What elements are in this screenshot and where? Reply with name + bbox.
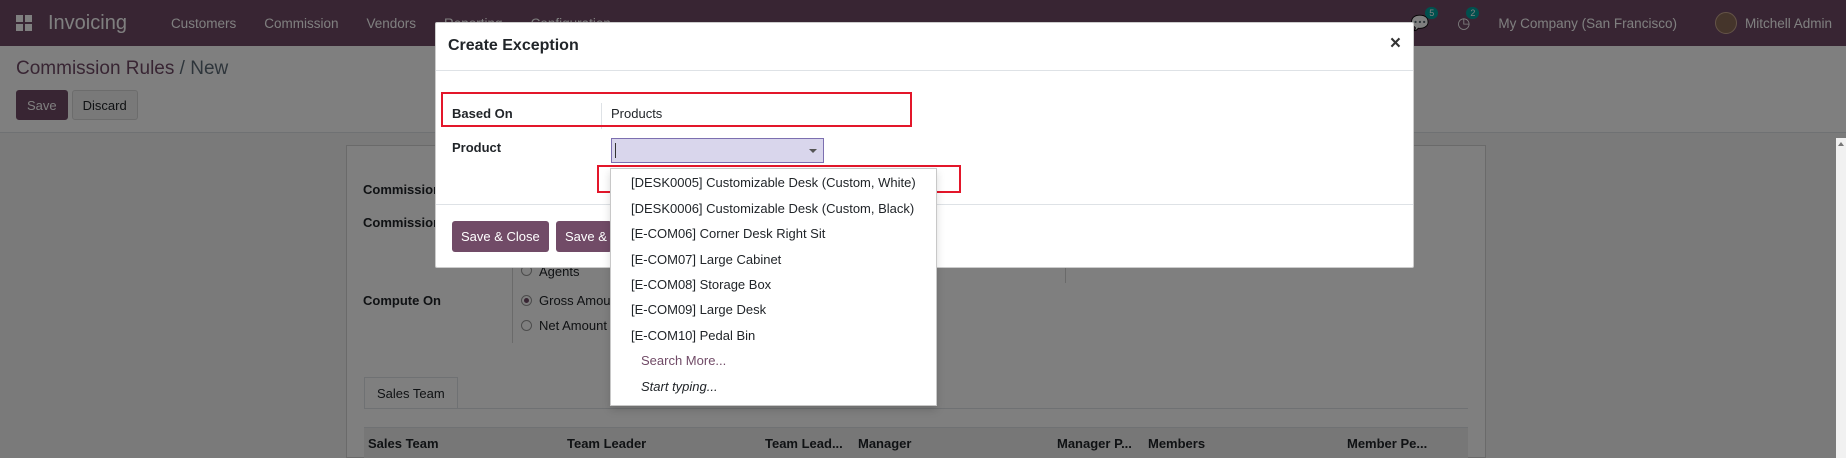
product-label: Product — [452, 140, 502, 155]
dropdown-option[interactable]: [DESK0006] Customizable Desk (Custom, Bl… — [631, 201, 914, 216]
dropdown-option[interactable]: [E-COM09] Large Desk — [631, 302, 766, 317]
dropdown-option[interactable]: [E-COM07] Large Cabinet — [631, 252, 781, 267]
save-close-button[interactable]: Save & Close — [452, 221, 549, 252]
product-autocomplete-dropdown: [DESK0005] Customizable Desk (Custom, Wh… — [610, 168, 937, 406]
start-typing-hint: Start typing... — [641, 379, 718, 394]
dropdown-option[interactable]: [E-COM08] Storage Box — [631, 277, 771, 292]
text-cursor — [615, 143, 616, 158]
based-on-highlight — [441, 92, 912, 127]
chevron-down-icon[interactable] — [809, 149, 817, 153]
dropdown-option[interactable]: [DESK0005] Customizable Desk (Custom, Wh… — [631, 175, 916, 190]
page-scrollbar[interactable] — [1836, 138, 1846, 458]
save-new-button[interactable]: Save & — [556, 221, 612, 252]
modal-header: Create Exception × — [436, 23, 1413, 71]
modal-title: Create Exception — [448, 37, 579, 54]
product-input[interactable] — [611, 138, 824, 163]
search-more-link[interactable]: Search More... — [641, 353, 726, 368]
scroll-up-icon[interactable] — [1838, 142, 1844, 146]
close-icon[interactable]: × — [1390, 33, 1401, 55]
dropdown-option[interactable]: [E-COM06] Corner Desk Right Sit — [631, 226, 825, 241]
dropdown-option[interactable]: [E-COM10] Pedal Bin — [631, 328, 755, 343]
